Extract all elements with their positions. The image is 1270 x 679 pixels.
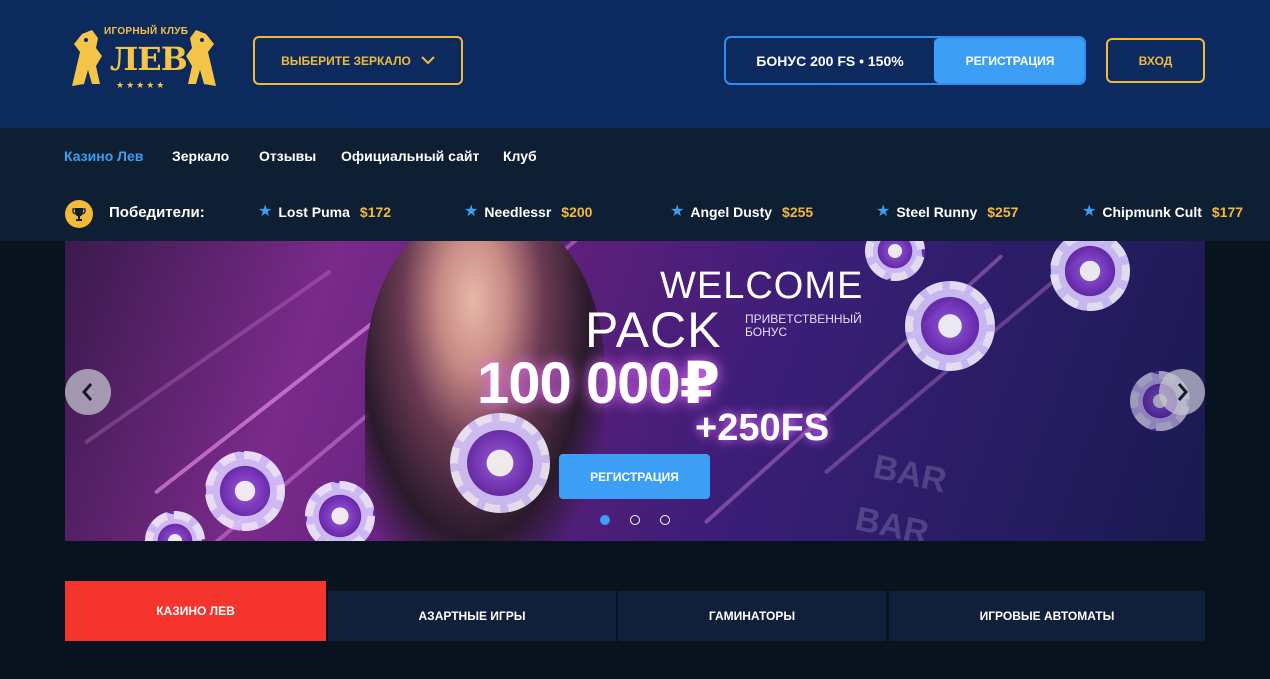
slot-bar-text: BAR (869, 447, 950, 501)
chevron-down-icon (421, 56, 435, 65)
winner-name: Angel Dusty (690, 204, 773, 220)
casino-chip-icon (205, 451, 285, 531)
chevron-right-icon (1177, 383, 1188, 401)
winner-name: Steel Runny (896, 204, 978, 220)
login-button[interactable]: ВХОД (1106, 38, 1205, 83)
winner-name: Chipmunk Cult (1102, 204, 1202, 220)
banner-register-button[interactable]: РЕГИСТРАЦИЯ (559, 454, 710, 499)
mirror-select-button[interactable]: ВЫБЕРИТЕ ЗЕРКАЛО (253, 36, 463, 85)
slider-next-button[interactable] (1159, 369, 1205, 415)
tab-gaminators[interactable]: ГАМИНАТОРЫ (618, 591, 886, 641)
star-icon: ★ (670, 203, 685, 220)
nav-item-reviews[interactable]: Отзывы (259, 148, 316, 164)
winners-ticker: Победители: ★ Lost Puma $172 ★ Needlessr… (0, 184, 1270, 241)
nav-item-casino-lev[interactable]: Казино Лев (64, 148, 143, 164)
winner-amount: $200 (561, 204, 593, 220)
nav-item-mirror[interactable]: Зеркало (172, 148, 229, 164)
slider-prev-button[interactable] (65, 369, 111, 415)
logo-club-label: ИГОРНЫЙ КЛУБ (104, 26, 189, 37)
star-icon: ★ (1082, 203, 1097, 220)
winner-amount: $172 (359, 204, 392, 220)
nav-item-official-site[interactable]: Официальный сайт (341, 148, 479, 164)
casino-chip-icon (905, 281, 995, 371)
site-logo[interactable]: ИГОРНЫЙ КЛУБ ЛЕВ ★★★★★ (66, 22, 222, 94)
winner-name: Lost Puma (278, 204, 350, 220)
site-header: ИГОРНЫЙ КЛУБ ЛЕВ ★★★★★ ВЫБЕРИТЕ ЗЕРКАЛО … (0, 0, 1270, 128)
winner-item: ★ Chipmunk Cult $177 (1082, 203, 1244, 221)
tab-gambling-games[interactable]: АЗАРТНЫЕ ИГРЫ (328, 591, 616, 641)
chevron-left-icon (82, 383, 93, 401)
light-ray (83, 269, 332, 445)
winner-name: Needlessr (484, 204, 552, 220)
slider-dot[interactable] (630, 515, 640, 525)
winner-amount: $257 (987, 204, 1019, 220)
bonus-box: БОНУС 200 FS • 150% РЕГИСТРАЦИЯ (724, 36, 1086, 85)
star-icon: ★ (464, 203, 479, 220)
banner-pack-subtitle: ПРИВЕТСТВЕННЫЙ БОНУС (745, 312, 862, 339)
winner-item: ★ Lost Puma $172 (258, 203, 392, 221)
winner-item: ★ Steel Runny $257 (876, 203, 1019, 221)
winner-item: ★ Needlessr $200 (464, 203, 593, 221)
winner-amount: $177 (1211, 204, 1244, 220)
slider-dot[interactable] (660, 515, 670, 525)
tab-slot-machines[interactable]: ИГРОВЫЕ АВТОМАТЫ (889, 591, 1205, 641)
casino-chip-icon (145, 511, 205, 541)
casino-chip-icon (450, 413, 550, 513)
casino-chip-icon (1050, 241, 1130, 311)
star-icon: ★ (258, 203, 273, 220)
casino-chip-icon (865, 241, 925, 281)
mirror-select-label: ВЫБЕРИТЕ ЗЕРКАЛО (281, 53, 411, 68)
nav-item-club[interactable]: Клуб (503, 148, 537, 164)
promo-banner: BAR BAR WELCOME PACK ПРИВЕТСТВЕННЫЙ БОНУ… (65, 241, 1205, 541)
trophy-icon (65, 200, 93, 228)
logo-stars: ★★★★★ (116, 80, 167, 90)
winner-item: ★ Angel Dusty $255 (670, 203, 814, 221)
main-nav: Казино Лев Зеркало Отзывы Официальный са… (0, 128, 1270, 184)
banner-free-spins: +250FS (695, 407, 830, 449)
slider-dots (600, 515, 670, 525)
banner-bonus-amount: 100 000₽ (477, 351, 720, 416)
logo-name: ЛЕВ (110, 40, 188, 78)
bonus-text: БОНУС 200 FS • 150% (756, 52, 904, 69)
header-register-button[interactable]: РЕГИСТРАЦИЯ (934, 38, 1084, 83)
winners-label: Победители: (109, 204, 205, 221)
star-icon: ★ (876, 203, 891, 220)
slider-dot[interactable] (600, 515, 610, 525)
category-tabs: КАЗИНО ЛЕВ АЗАРТНЫЕ ИГРЫ ГАМИНАТОРЫ ИГРО… (65, 581, 1205, 641)
tab-casino-lev[interactable]: КАЗИНО ЛЕВ (65, 581, 326, 641)
slot-bar-text: BAR (851, 499, 932, 541)
winner-amount: $255 (782, 204, 814, 220)
